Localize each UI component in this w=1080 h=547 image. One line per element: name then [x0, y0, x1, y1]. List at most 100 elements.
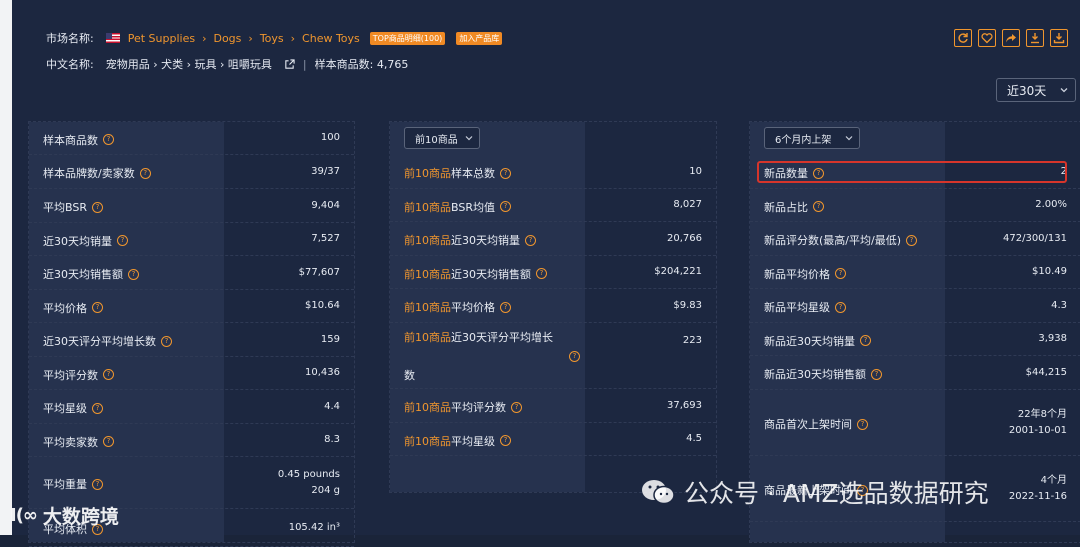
- stat-value: 159: [320, 333, 340, 345]
- stat-value: 22年8个月 2001-10-01: [1009, 407, 1067, 439]
- add-to-library-badge[interactable]: 加入产品库: [456, 31, 503, 45]
- help-icon[interactable]: ?: [103, 134, 114, 145]
- heart-icon[interactable]: [978, 29, 996, 47]
- help-icon[interactable]: ?: [569, 351, 580, 362]
- help-icon[interactable]: ?: [500, 301, 511, 313]
- help-icon[interactable]: ?: [835, 301, 846, 313]
- stat-label-text: 平均评分数: [43, 368, 98, 382]
- stat-row: 近30天评分平均增长数? 159: [29, 323, 354, 357]
- period-select[interactable]: 近30天: [996, 78, 1076, 102]
- export-icon[interactable]: [1050, 29, 1068, 47]
- stat-row: 前10商品 近30天均销售额? $204,221: [390, 256, 716, 289]
- stat-label: 前10商品 平均星级?: [404, 433, 511, 449]
- crumb-separator: ›: [202, 31, 207, 45]
- stat-label-text: 平均评分数: [451, 401, 506, 414]
- help-icon[interactable]: ?: [906, 234, 917, 246]
- watermark-left-text: 大数跨境: [42, 506, 119, 528]
- help-icon[interactable]: ?: [525, 234, 536, 246]
- help-icon[interactable]: ?: [500, 435, 511, 446]
- help-icon[interactable]: ?: [511, 401, 522, 413]
- top10-prefix: 前10商品: [404, 434, 451, 448]
- stat-row: 新品近30天均销售额? $44,215: [750, 356, 1080, 390]
- stat-value: 223: [682, 335, 702, 346]
- external-link-icon[interactable]: [284, 58, 295, 70]
- stat-row: 新品评分数(最高/平均/最低)? 472/300/131: [750, 222, 1080, 256]
- help-icon[interactable]: ?: [92, 402, 103, 414]
- help-icon[interactable]: ?: [860, 335, 871, 346]
- help-icon[interactable]: ?: [92, 302, 103, 313]
- help-icon[interactable]: ?: [139, 167, 151, 179]
- top10-prefix: 前10商品: [404, 167, 451, 180]
- stat-label-text: 新品近30天均销量: [764, 334, 855, 348]
- crumb-pet-supplies[interactable]: Pet Supplies: [128, 32, 195, 45]
- help-icon[interactable]: ?: [499, 201, 511, 212]
- help-icon[interactable]: ?: [103, 436, 114, 447]
- stat-label-text: BSR均值: [451, 200, 495, 214]
- download-icon[interactable]: [1026, 29, 1044, 47]
- help-icon[interactable]: ?: [91, 201, 103, 213]
- stat-label-text: 平均价格: [451, 301, 495, 314]
- help-icon[interactable]: ?: [128, 268, 139, 280]
- top-products-badge[interactable]: TOP商品明细(100): [369, 31, 446, 45]
- top10-stats-column: 前10商品 前10商品 样本总数? 10 前10商品 BSR均值? 8,027 前10商品近…: [389, 121, 717, 493]
- stat-label: 平均BSR?: [43, 199, 103, 215]
- period-value: 近30天: [1007, 83, 1047, 98]
- stat-label: 新品平均星级?: [764, 299, 846, 315]
- help-icon[interactable]: ?: [103, 369, 114, 380]
- help-icon[interactable]: ?: [161, 335, 172, 347]
- help-icon[interactable]: ?: [871, 368, 882, 380]
- stat-value: 39/37: [311, 165, 340, 177]
- help-icon[interactable]: ?: [813, 201, 824, 212]
- crumb-toys[interactable]: Toys: [260, 32, 284, 45]
- stat-label-text: 新品占比: [764, 200, 808, 214]
- stat-label-text: 商品首次上架时间: [764, 418, 852, 431]
- stat-row: 近30天均销量? 7,527: [29, 223, 354, 256]
- stat-value: $77,607: [298, 266, 340, 278]
- stat-row: 前10商品 BSR均值? 8,027: [390, 189, 716, 222]
- page-left-edge: [0, 0, 12, 535]
- stat-value: 4.3: [1051, 299, 1067, 311]
- stat-label-text: 样本品牌数/卖家数: [43, 167, 135, 180]
- stat-value-line2: 2022-11-16: [1008, 491, 1067, 502]
- stat-label: 平均评分数?: [43, 367, 114, 383]
- wechat-icon: [642, 480, 675, 505]
- top10-select[interactable]: 前10商品: [404, 127, 480, 149]
- stat-value: 20,766: [667, 232, 702, 244]
- stat-value: 8,027: [673, 199, 702, 210]
- stat-value: $204,221: [654, 266, 702, 277]
- help-icon[interactable]: ?: [500, 167, 511, 179]
- stat-label: 前10商品 平均评分数?: [404, 399, 522, 415]
- top10-select-value: 前10商品: [415, 134, 458, 146]
- stat-label-text: 近30天均销量: [43, 234, 112, 248]
- refresh-icon[interactable]: [954, 29, 972, 47]
- help-icon[interactable]: ?: [835, 268, 846, 279]
- stat-label: 前10商品 近30天评分平均增长?: [404, 329, 580, 362]
- stat-value: 100: [320, 132, 340, 143]
- stat-value: 10: [689, 165, 702, 177]
- stat-label: 新品近30天均销售额?: [764, 366, 882, 382]
- new-period-select[interactable]: 6个月内上架: [764, 127, 860, 149]
- help-icon[interactable]: ?: [536, 268, 547, 279]
- help-icon[interactable]: ?: [857, 418, 868, 430]
- stat-value-line1: 0.45 pounds: [277, 469, 340, 480]
- stat-label-text: 近30天均销量: [451, 234, 520, 247]
- stat-value: $44,215: [1025, 366, 1067, 378]
- stat-label-text: 近30天评分平均增长数: [43, 335, 156, 348]
- stat-row: 平均卖家数? 8.3: [29, 424, 354, 457]
- stat-row: 商品首次上架时间? 22年8个月 2001-10-01: [750, 390, 1080, 456]
- top10-prefix: 前10商品: [404, 301, 451, 314]
- stat-label-text: 平均星级: [451, 434, 495, 448]
- toolbar: [954, 29, 1068, 47]
- stat-label: 平均卖家数?: [43, 434, 114, 450]
- stat-label-text: 样本商品数: [43, 133, 98, 147]
- share-icon[interactable]: [1002, 29, 1020, 47]
- crumb-chew-toys[interactable]: Chew Toys: [302, 32, 360, 45]
- help-icon[interactable]: ?: [117, 235, 128, 246]
- chevron-down-icon: [1060, 88, 1068, 93]
- help-icon[interactable]: ?: [92, 478, 103, 490]
- top10-prefix: 前10商品: [404, 200, 451, 214]
- stat-label-text: 平均星级: [43, 402, 87, 415]
- stat-label-text: 新品平均星级: [764, 301, 830, 314]
- cn-name-label: 中文名称:: [46, 58, 94, 71]
- crumb-dogs[interactable]: Dogs: [213, 32, 241, 45]
